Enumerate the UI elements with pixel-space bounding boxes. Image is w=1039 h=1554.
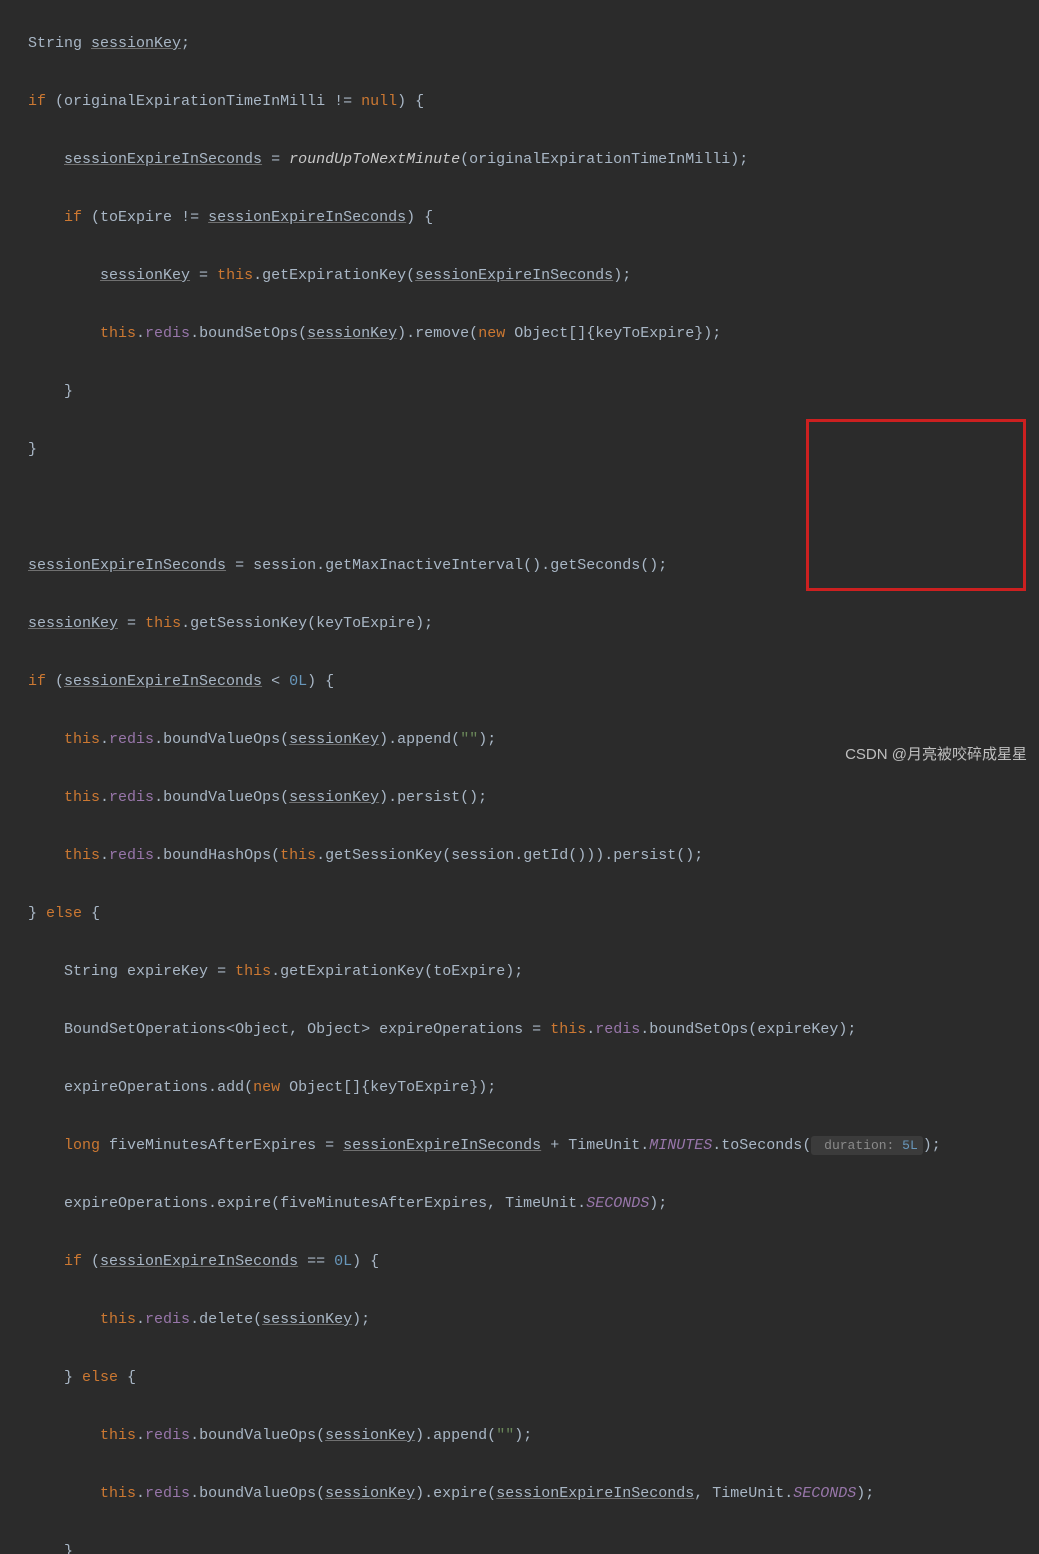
code-line: sessionExpireInSeconds = roundUpToNextMi… (28, 145, 1039, 174)
code-line (28, 493, 1039, 522)
code-line: this.redis.boundValueOps(sessionKey).exp… (28, 1479, 1039, 1508)
code-line: if (toExpire != sessionExpireInSeconds) … (28, 203, 1039, 232)
code-line: sessionKey = this.getExpirationKey(sessi… (28, 261, 1039, 290)
code-line: this.redis.boundValueOps(sessionKey).app… (28, 1421, 1039, 1450)
code-line: this.redis.boundSetOps(sessionKey).remov… (28, 319, 1039, 348)
code-line: sessionKey = this.getSessionKey(keyToExp… (28, 609, 1039, 638)
code-line: sessionExpireInSeconds = session.getMaxI… (28, 551, 1039, 580)
code-line: } else { (28, 1363, 1039, 1392)
code-line: if (originalExpirationTimeInMilli != nul… (28, 87, 1039, 116)
code-line: this.redis.boundValueOps(sessionKey).per… (28, 783, 1039, 812)
code-line: } else { (28, 899, 1039, 928)
code-line: this.redis.boundHashOps(this.getSessionK… (28, 841, 1039, 870)
code-line: this.redis.delete(sessionKey); (28, 1305, 1039, 1334)
code-line: String expireKey = this.getExpirationKey… (28, 957, 1039, 986)
code-line: BoundSetOperations<Object, Object> expir… (28, 1015, 1039, 1044)
code-editor[interactable]: String sessionKey; if (originalExpiratio… (28, 0, 1039, 1554)
code-line: if (sessionExpireInSeconds == 0L) { (28, 1247, 1039, 1276)
code-line: String sessionKey; (28, 29, 1039, 58)
code-line: } (28, 1537, 1039, 1554)
parameter-hint: duration: 5L (811, 1136, 922, 1155)
code-line: expireOperations.add(new Object[]{keyToE… (28, 1073, 1039, 1102)
code-line: expireOperations.expire(fiveMinutesAfter… (28, 1189, 1039, 1218)
code-line: if (sessionExpireInSeconds < 0L) { (28, 667, 1039, 696)
code-line: long fiveMinutesAfterExpires = sessionEx… (28, 1131, 1039, 1160)
code-line: } (28, 377, 1039, 406)
code-line: } (28, 435, 1039, 464)
watermark-text: CSDN @月亮被咬碎成星星 (845, 740, 1027, 769)
